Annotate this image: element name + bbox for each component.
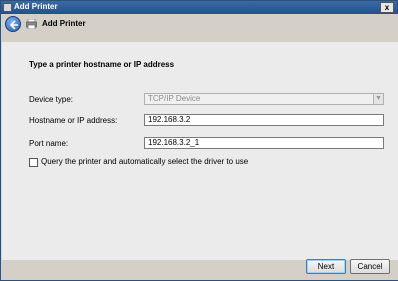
wizard-content: Add Printer Type a printer hostname or I… xyxy=(2,14,398,280)
back-arrow-icon xyxy=(9,20,18,30)
wizard-header: Add Printer xyxy=(2,14,398,34)
hostname-input[interactable]: 192.168.3.2 xyxy=(144,114,384,126)
device-type-select: TCP/IP Device ▼ xyxy=(144,93,384,105)
printer-icon xyxy=(26,19,37,29)
hostname-label: Hostname or IP address: xyxy=(29,116,118,125)
port-name-input[interactable]: 192.168.3.2_1 xyxy=(144,137,384,149)
page-subtitle: Type a printer hostname or IP address xyxy=(29,60,175,69)
printer-app-icon xyxy=(3,3,12,12)
query-printer-label[interactable]: Query the printer and automatically sele… xyxy=(41,157,248,166)
next-button[interactable]: Next xyxy=(306,259,346,274)
cancel-button[interactable]: Cancel xyxy=(350,259,390,274)
window-title: Add Printer xyxy=(14,2,58,11)
chevron-down-icon: ▼ xyxy=(373,94,383,104)
title-bar[interactable]: Add Printer x xyxy=(1,1,397,14)
add-printer-window: Add Printer x Add Printer Type a printer… xyxy=(0,0,398,281)
wizard-title: Add Printer xyxy=(42,19,86,28)
main-panel: Type a printer hostname or IP address De… xyxy=(2,42,398,260)
back-button[interactable] xyxy=(5,16,21,32)
device-type-value: TCP/IP Device xyxy=(148,94,201,103)
close-button[interactable]: x xyxy=(380,2,394,13)
query-printer-checkbox[interactable] xyxy=(29,158,38,167)
device-type-label: Device type: xyxy=(29,95,74,104)
port-name-label: Port name: xyxy=(29,139,69,148)
